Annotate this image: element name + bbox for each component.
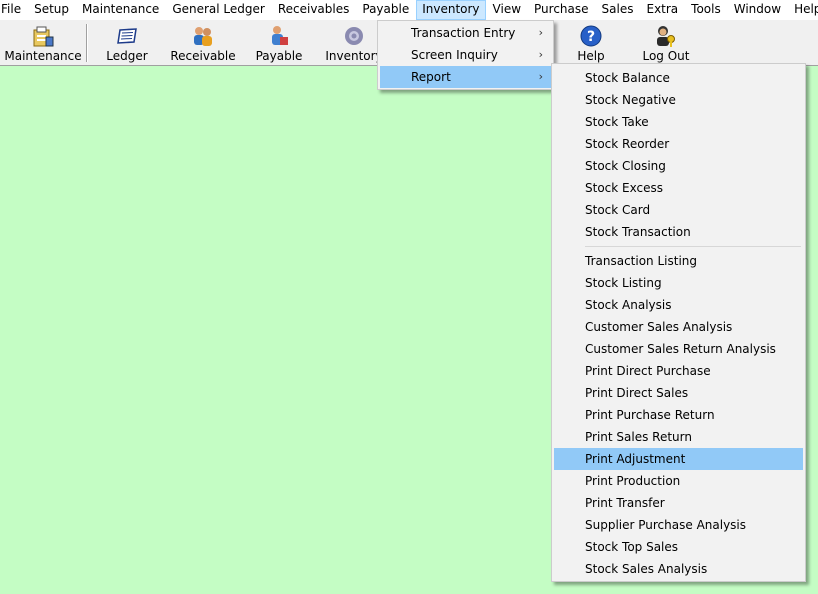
logout-button[interactable]: Log Out: [638, 20, 694, 66]
menu-item-stock-analysis[interactable]: Stock Analysis: [554, 294, 803, 316]
menu-item-screen-inquiry[interactable]: Screen Inquiry ›: [380, 44, 551, 66]
menu-item-stock-closing[interactable]: Stock Closing: [554, 155, 803, 177]
menu-item-customer-sales-analysis[interactable]: Customer Sales Analysis: [554, 316, 803, 338]
menu-item-supplier-purchase-analysis[interactable]: Supplier Purchase Analysis: [554, 514, 803, 536]
menu-extra[interactable]: Extra: [640, 0, 685, 20]
menu-item-transaction-listing[interactable]: Transaction Listing: [554, 250, 803, 272]
menu-divider: [585, 246, 801, 247]
svg-text:?: ?: [587, 29, 595, 45]
menu-item-transaction-entry[interactable]: Transaction Entry ›: [380, 22, 551, 44]
payable-icon: [267, 24, 291, 48]
menu-item-print-transfer[interactable]: Print Transfer: [554, 492, 803, 514]
menu-item-print-direct-sales[interactable]: Print Direct Sales: [554, 382, 803, 404]
menu-item-stock-reorder[interactable]: Stock Reorder: [554, 133, 803, 155]
menu-sales[interactable]: Sales: [595, 0, 640, 20]
menu-window[interactable]: Window: [727, 0, 787, 20]
inventory-dropdown: Transaction Entry › Screen Inquiry › Rep…: [377, 20, 554, 90]
menu-item-print-sales-return[interactable]: Print Sales Return: [554, 426, 803, 448]
receivable-icon: [191, 24, 215, 48]
maintenance-button[interactable]: Maintenance: [4, 20, 82, 66]
menu-file[interactable]: File: [0, 0, 28, 20]
logout-label: Log Out: [642, 49, 690, 63]
menu-item-stock-card[interactable]: Stock Card: [554, 199, 803, 221]
payable-label: Payable: [255, 49, 303, 63]
menu-item-print-direct-purchase[interactable]: Print Direct Purchase: [554, 360, 803, 382]
menu-purchase[interactable]: Purchase: [528, 0, 596, 20]
chevron-right-icon: ›: [538, 48, 543, 61]
payable-button[interactable]: Payable: [249, 20, 309, 66]
menu-item-stock-take[interactable]: Stock Take: [554, 111, 803, 133]
menu-item-print-production[interactable]: Print Production: [554, 470, 803, 492]
chevron-right-icon: ›: [538, 26, 543, 39]
menu-item-stock-excess[interactable]: Stock Excess: [554, 177, 803, 199]
receivable-label: Receivable: [170, 49, 236, 63]
inventory-gear-icon: [342, 24, 366, 48]
menu-item-stock-balance[interactable]: Stock Balance: [554, 67, 803, 89]
report-submenu: Stock Balance Stock Negative Stock Take …: [551, 63, 806, 582]
maintenance-label: Maintenance: [4, 49, 82, 63]
menu-item-stock-transaction[interactable]: Stock Transaction: [554, 221, 803, 243]
ledger-icon: [115, 24, 139, 48]
menu-receivables[interactable]: Receivables: [271, 0, 356, 20]
menu-view[interactable]: View: [486, 0, 527, 20]
menu-item-label: Report: [411, 70, 451, 84]
menu-item-print-purchase-return[interactable]: Print Purchase Return: [554, 404, 803, 426]
menu-item-stock-negative[interactable]: Stock Negative: [554, 89, 803, 111]
menu-payable[interactable]: Payable: [356, 0, 416, 20]
menu-tools[interactable]: Tools: [685, 0, 728, 20]
menu-item-label: Screen Inquiry: [411, 48, 498, 62]
menu-item-stock-listing[interactable]: Stock Listing: [554, 272, 803, 294]
help-icon: ?: [579, 24, 603, 48]
menu-help[interactable]: Help: [788, 0, 818, 20]
chevron-right-icon: ›: [538, 70, 543, 83]
ledger-button[interactable]: Ledger: [98, 20, 156, 66]
menu-setup[interactable]: Setup: [28, 0, 76, 20]
ledger-label: Ledger: [106, 49, 148, 63]
help-label: Help: [577, 49, 605, 63]
menu-item-report[interactable]: Report ›: [380, 66, 551, 88]
menu-item-customer-sales-return-analysis[interactable]: Customer Sales Return Analysis: [554, 338, 803, 360]
menu-maintenance[interactable]: Maintenance: [76, 0, 166, 20]
menu-inventory[interactable]: Inventory: [415, 0, 487, 20]
maintenance-icon: [31, 24, 55, 48]
menu-bar: File Setup Maintenance General Ledger Re…: [0, 0, 818, 20]
logout-user-key-icon: [654, 24, 678, 48]
menu-item-label: Transaction Entry: [411, 26, 516, 40]
toolbar-separator: [86, 24, 88, 62]
menu-item-stock-sales-analysis[interactable]: Stock Sales Analysis: [554, 558, 803, 580]
help-button[interactable]: ? Help: [570, 20, 612, 66]
menu-general-ledger[interactable]: General Ledger: [166, 0, 272, 20]
receivable-button[interactable]: Receivable: [168, 20, 238, 66]
menu-item-print-adjustment[interactable]: Print Adjustment: [554, 448, 803, 470]
menu-item-stock-top-sales[interactable]: Stock Top Sales: [554, 536, 803, 558]
